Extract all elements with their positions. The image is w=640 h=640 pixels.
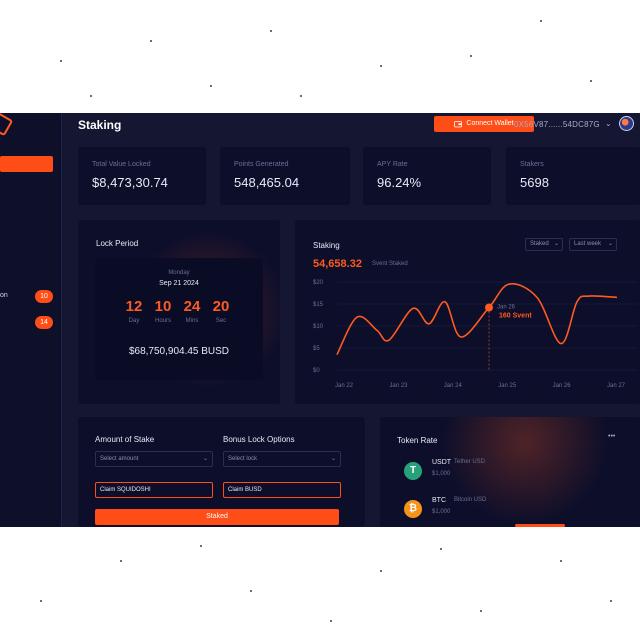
token-name: Tether USD xyxy=(454,459,486,465)
countdown-value: 12 xyxy=(125,298,143,315)
chevron-down-icon: ⌄ xyxy=(330,456,336,462)
amount-of-stake-label: Amount of Stake xyxy=(95,435,155,444)
token-price: $1,000 xyxy=(432,471,451,477)
topbar: Staking Connect Wallet 0X56V87......54DC… xyxy=(62,113,640,141)
stat-card-points: Points Generated 548,465.04 xyxy=(220,147,350,205)
sidebar-item-1[interactable]: on 10 xyxy=(0,290,58,304)
avatar[interactable] xyxy=(619,116,634,131)
logo-icon xyxy=(0,113,14,137)
lock-period-card: Lock Period Monday Sep 21 2024 12 Day 10… xyxy=(78,220,280,404)
sidebar-badge: 10 xyxy=(35,290,53,303)
x-tick-label: Jan 27 xyxy=(607,383,626,389)
lock-weekday: Monday xyxy=(168,270,190,276)
stat-label: APY Rate xyxy=(377,161,408,168)
x-tick-label: Jan 24 xyxy=(444,383,463,389)
x-tick-label: Jan 23 xyxy=(389,383,408,389)
lock-period-title: Lock Period xyxy=(96,239,139,248)
tether-icon: T xyxy=(404,462,422,480)
sidebar-item-label: on xyxy=(0,292,8,299)
amount-select[interactable]: Select amount ⌄ xyxy=(95,451,213,467)
x-tick-label: Jan 22 xyxy=(335,383,354,389)
bonus-lock-label: Bonus Lock Options xyxy=(223,435,295,444)
bitcoin-icon: ₿ xyxy=(404,500,422,518)
countdown-mins: 24 Mins xyxy=(177,298,207,324)
y-tick-label: $10 xyxy=(313,324,324,330)
token-symbol: BTC xyxy=(432,497,446,504)
countdown-hours: 10 Hours xyxy=(148,298,178,324)
sidebar-item-active[interactable] xyxy=(0,156,53,172)
lock-amount: $68,750,904.45 BUSD xyxy=(128,346,230,357)
countdown-value: 20 xyxy=(212,298,230,315)
countdown-secs: 20 Sec xyxy=(206,298,236,324)
scroll-indicator xyxy=(515,524,565,527)
token-name: Bitcoin USD xyxy=(454,497,487,503)
stat-label: Stakers xyxy=(520,161,544,168)
sidebar: on 10 14 xyxy=(0,113,62,527)
token-row-btc[interactable]: ₿ BTC Bitcoin USD $1,000 xyxy=(396,493,618,525)
chevron-down-icon[interactable]: ⌄ xyxy=(605,119,612,128)
token-rate-card: Token Rate ••• T USDT Tether USD $1,000 … xyxy=(380,417,640,527)
stat-card-apy: APY Rate 96.24% xyxy=(363,147,491,205)
sidebar-badge: 14 xyxy=(35,316,53,329)
stat-label: Total Value Locked xyxy=(92,161,151,168)
more-menu-icon[interactable]: ••• xyxy=(608,433,615,440)
countdown-days: 12 Day xyxy=(119,298,149,324)
staking-chart-card: Staking Staked ⌄ Last week ⌄ 54,658.32 Sve… xyxy=(295,220,640,404)
countdown-value: 24 xyxy=(183,298,201,315)
lock-select-placeholder: Select lock xyxy=(228,456,258,462)
stat-label: Points Generated xyxy=(234,161,289,168)
connect-wallet-label: Connect Wallet xyxy=(466,120,514,127)
stat-value: 96.24% xyxy=(377,175,422,190)
sidebar-item-2[interactable]: 14 xyxy=(0,316,58,330)
y-tick-label: $5 xyxy=(313,346,320,352)
stat-value: 5698 xyxy=(520,175,549,190)
stat-card-stakers: Stakers 5698 xyxy=(506,147,640,205)
x-tick-label: Jan 26 xyxy=(553,383,572,389)
stake-form-card: Amount of Stake Bonus Lock Options Selec… xyxy=(78,417,365,527)
wallet-icon xyxy=(454,121,463,128)
lock-select[interactable]: Select lock ⌄ xyxy=(223,451,341,467)
countdown-value: 10 xyxy=(154,298,172,315)
highlight-point xyxy=(485,303,493,312)
wallet-address[interactable]: 0X56V87......54DC87G xyxy=(514,120,600,129)
page-title: Staking xyxy=(78,118,122,132)
amount-select-placeholder: Select amount xyxy=(100,456,139,462)
countdown-unit: Day xyxy=(128,318,140,324)
stat-card-tvl: Total Value Locked $8,473,30.74 xyxy=(78,147,206,205)
stat-value: 548,465.04 xyxy=(234,175,300,190)
countdown-unit: Sec xyxy=(215,318,227,324)
stat-value: $8,473,30.74 xyxy=(92,175,168,190)
chart-series-line xyxy=(336,283,618,355)
x-tick-label: Jan 25 xyxy=(498,383,517,389)
token-rate-title: Token Rate xyxy=(397,436,438,445)
lock-countdown-panel: Monday Sep 21 2024 12 Day 10 Hours 24 Mi… xyxy=(95,258,263,380)
tooltip-value: 160 Svent xyxy=(499,313,532,320)
countdown-unit: Mins xyxy=(185,318,199,324)
tooltip-date: Jan 26 xyxy=(497,305,516,311)
token-price: $1,000 xyxy=(432,509,451,515)
y-tick-label: $20 xyxy=(313,280,324,286)
chevron-down-icon: ⌄ xyxy=(202,456,208,462)
claim-squidoshi-button[interactable]: Claim SQUIDOSHI xyxy=(95,482,213,498)
y-tick-label: $15 xyxy=(313,302,324,308)
y-tick-label: $0 xyxy=(313,368,320,374)
token-row-usdt[interactable]: T USDT Tether USD $1,000 xyxy=(396,455,618,487)
app-window: on 10 14 Staking Connect Wallet 0X56V87.… xyxy=(0,113,640,527)
countdown-unit: Hours xyxy=(154,318,171,324)
stake-button[interactable]: Staked xyxy=(95,509,339,525)
staking-line-chart[interactable]: $20 $15 $10 $5 $0 Jan 22 Jan 23 Jan 24 Jan 25 Jan… xyxy=(295,220,640,404)
lock-date: Sep 21 2024 xyxy=(159,280,199,287)
token-symbol: USDT xyxy=(432,459,452,466)
claim-busd-button[interactable]: Claim BUSD xyxy=(223,482,341,498)
